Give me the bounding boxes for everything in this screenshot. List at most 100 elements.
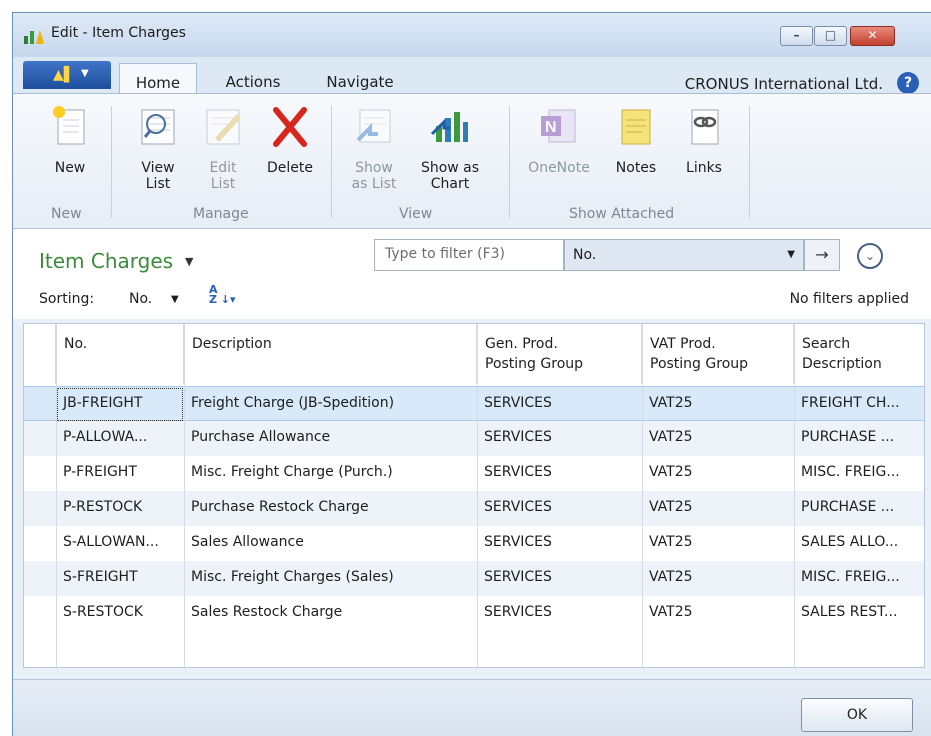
table-row[interactable]: S-FREIGHT Misc. Freight Charges (Sales) SE… <box>24 561 924 596</box>
column-header-search-description[interactable]: Search Description <box>794 324 924 384</box>
minimize-button[interactable]: – <box>780 26 813 46</box>
svg-text:N: N <box>545 119 557 136</box>
table-cell[interactable]: VAT25 <box>642 421 794 456</box>
chevron-down-icon[interactable]: ▼ <box>185 255 193 268</box>
table-cell[interactable]: VAT25 <box>642 456 794 491</box>
chevron-down-icon: ▼ <box>81 68 89 79</box>
table-cell[interactable]: Sales Allowance <box>184 526 477 561</box>
table-cell[interactable]: S-RESTOCK <box>56 596 184 631</box>
table-cell[interactable]: PURCHASE ... <box>794 421 924 456</box>
new-button[interactable]: New <box>43 104 97 176</box>
column-header-label: Gen. Prod. Posting Group <box>485 336 584 372</box>
group-label-manage: Manage <box>193 206 249 222</box>
tab-actions[interactable]: Actions <box>213 65 293 93</box>
tab-navigate[interactable]: Navigate <box>315 65 405 93</box>
table-row[interactable]: P-RESTOCK Purchase Restock Charge SERVICES… <box>24 491 924 526</box>
table-cell[interactable]: PURCHASE ... <box>794 491 924 526</box>
sorting-field-select[interactable]: No. <box>129 291 152 307</box>
table-cell[interactable]: SERVICES <box>477 456 642 491</box>
column-header-label: VAT Prod. Posting Group <box>650 336 749 372</box>
table-cell[interactable]: VAT25 <box>642 596 794 631</box>
view-list-icon <box>141 109 175 145</box>
chevron-down-icon[interactable]: ▼ <box>171 294 179 305</box>
table-cell[interactable]: Sales Restock Charge <box>184 596 477 631</box>
sort-direction-icon[interactable]: AZ ↓▾ <box>209 284 237 307</box>
company-name: CRONUS International Ltd. <box>684 75 883 93</box>
expand-filter-icon[interactable]: ⌄ <box>857 243 883 269</box>
arrow-right-icon: → <box>815 245 829 264</box>
window-title: Edit - Item Charges <box>51 25 186 41</box>
table-cell[interactable]: VAT25 <box>642 526 794 561</box>
edit-item-charges-window: Edit - Item Charges – □ ✕ ▲▌ ▼ Home Acti… <box>12 12 931 736</box>
list-title[interactable]: Item Charges <box>39 249 173 273</box>
table-cell[interactable]: P-FREIGHT <box>56 456 184 491</box>
column-header-description[interactable]: Description <box>184 324 477 384</box>
tab-home[interactable]: Home <box>119 63 197 94</box>
table-cell[interactable]: S-FREIGHT <box>56 561 184 596</box>
table-cell[interactable]: S-ALLOWAN... <box>56 526 184 561</box>
table-cell[interactable]: SERVICES <box>477 526 642 561</box>
notes-icon <box>621 109 651 145</box>
close-icon: ✕ <box>867 28 878 42</box>
table-cell[interactable]: Misc. Freight Charges (Sales) <box>184 561 477 596</box>
table-cell[interactable]: SERVICES <box>477 421 642 456</box>
maximize-button[interactable]: □ <box>814 26 847 46</box>
edit-list-button[interactable]: Edit List <box>195 104 251 192</box>
column-header-vat-prod-posting-group[interactable]: VAT Prod. Posting Group <box>642 324 794 384</box>
delete-label: Delete <box>267 160 313 176</box>
table-cell[interactable]: P-ALLOWA... <box>56 421 184 456</box>
table-cell[interactable]: Purchase Allowance <box>184 421 477 456</box>
onenote-label: OneNote <box>528 160 590 176</box>
table-row[interactable]: JB-FREIGHT Freight Charge (JB-Spedition) S… <box>24 386 924 421</box>
application-menu-button[interactable]: ▲▌ ▼ <box>23 61 111 89</box>
filter-go-button[interactable]: → <box>804 239 840 271</box>
ribbon-separator <box>749 106 750 218</box>
notes-button[interactable]: Notes <box>609 104 663 176</box>
onenote-button[interactable]: N OneNote <box>521 104 597 176</box>
table-cell[interactable]: Freight Charge (JB-Spedition) <box>184 387 477 422</box>
table-cell[interactable]: SERVICES <box>477 491 642 526</box>
table-cell[interactable]: VAT25 <box>642 387 794 422</box>
column-header-no[interactable]: No. <box>56 324 184 384</box>
dialog-footer: OK <box>13 679 931 736</box>
dynamics-nav-icon <box>24 30 44 44</box>
links-button[interactable]: Links <box>677 104 731 176</box>
view-list-button[interactable]: View List <box>129 104 187 192</box>
table-cell[interactable]: SERVICES <box>477 561 642 596</box>
table-cell[interactable]: MISC. FREIG... <box>794 456 924 491</box>
delete-button[interactable]: Delete <box>261 104 319 176</box>
table-cell[interactable]: SERVICES <box>477 387 642 422</box>
filter-field-select[interactable]: No. ▼ <box>564 239 804 271</box>
links-label: Links <box>686 160 722 176</box>
group-label-new: New <box>51 206 82 222</box>
show-as-chart-button[interactable]: Show as Chart <box>413 104 487 192</box>
table-cell[interactable]: Purchase Restock Charge <box>184 491 477 526</box>
table-cell[interactable]: SALES ALLO... <box>794 526 924 561</box>
column-divider <box>794 324 795 667</box>
title-bar: Edit - Item Charges – □ ✕ <box>13 13 931 57</box>
column-divider <box>477 324 478 667</box>
delete-icon <box>273 107 307 147</box>
table-cell[interactable]: VAT25 <box>642 561 794 596</box>
table-cell[interactable]: FREIGHT CH... <box>794 387 924 422</box>
ok-button[interactable]: OK <box>801 698 913 732</box>
table-cell[interactable]: VAT25 <box>642 491 794 526</box>
column-header-gen-prod-posting-group[interactable]: Gen. Prod. Posting Group <box>477 324 642 384</box>
table-row[interactable]: S-RESTOCK Sales Restock Charge SERVICES VAT… <box>24 596 924 631</box>
show-as-list-button[interactable]: Show as List <box>345 104 403 192</box>
table-cell[interactable]: P-RESTOCK <box>56 491 184 526</box>
table-cell[interactable]: JB-FREIGHT <box>56 387 184 422</box>
table-row[interactable]: P-FREIGHT Misc. Freight Charge (Purch.) SE… <box>24 456 924 491</box>
table-cell[interactable]: Misc. Freight Charge (Purch.) <box>184 456 477 491</box>
help-icon[interactable]: ? <box>897 72 919 94</box>
table-cell[interactable]: MISC. FREIG... <box>794 561 924 596</box>
table-row[interactable]: S-ALLOWAN... Sales Allowance SERVICES VAT25… <box>24 526 924 561</box>
filter-input[interactable]: Type to filter (F3) <box>374 239 564 271</box>
item-charges-table: No. Description Gen. Prod. Posting Group… <box>23 323 925 668</box>
notes-label: Notes <box>615 160 657 176</box>
close-button[interactable]: ✕ <box>850 26 895 46</box>
links-icon <box>691 109 719 145</box>
table-row[interactable]: P-ALLOWA... Purchase Allowance SERVICES VAT… <box>24 421 924 456</box>
table-cell[interactable]: SALES REST... <box>794 596 924 631</box>
table-cell[interactable]: SERVICES <box>477 596 642 631</box>
